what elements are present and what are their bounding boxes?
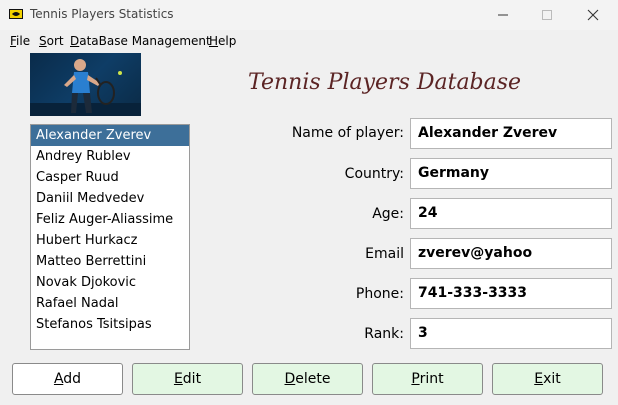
rank-label: Rank: — [364, 326, 404, 342]
print-button[interactable]: Print — [372, 363, 483, 395]
page-title: Tennis Players Database — [248, 70, 522, 95]
delete-button[interactable]: Delete — [252, 363, 363, 395]
player-list[interactable]: Alexander Zverev Andrey Rublev Casper Ru… — [30, 124, 190, 350]
menu-help[interactable]: Help — [209, 34, 236, 48]
list-item[interactable]: Feliz Auger-Aliassime — [31, 209, 189, 230]
list-item[interactable]: Hubert Hurkacz — [31, 230, 189, 251]
minimize-button[interactable] — [480, 0, 526, 30]
close-button[interactable] — [570, 0, 616, 30]
list-item[interactable]: Daniil Medvedev — [31, 188, 189, 209]
menu-database-management[interactable]: DataBase Management — [70, 34, 211, 48]
exit-button[interactable]: Exit — [492, 363, 603, 395]
list-item[interactable]: Matteo Berrettini — [31, 251, 189, 272]
list-item[interactable]: Stefanos Tsitsipas — [31, 314, 189, 335]
rank-field[interactable]: 3 — [410, 318, 612, 349]
close-icon — [587, 9, 599, 21]
menu-file[interactable]: File — [10, 34, 30, 48]
name-label: Name of player: — [291, 125, 404, 141]
list-item[interactable]: Alexander Zverev — [31, 125, 189, 146]
maximize-button[interactable] — [524, 0, 570, 30]
list-item[interactable]: Novak Djokovic — [31, 272, 189, 293]
list-item[interactable]: Rafael Nadal — [31, 293, 189, 314]
title-bar: Tennis Players Statistics — [0, 0, 618, 30]
app-window: Tennis Players Statistics File Sort Data… — [0, 0, 618, 405]
player-photo — [30, 53, 141, 116]
email-field[interactable]: zverev@yahoo — [410, 238, 612, 269]
add-button[interactable]: Add — [12, 363, 123, 395]
maximize-icon — [542, 10, 552, 20]
window-title: Tennis Players Statistics — [30, 7, 174, 21]
list-item[interactable]: Andrey Rublev — [31, 146, 189, 167]
list-item[interactable]: Casper Ruud — [31, 167, 189, 188]
tennis-player-image — [30, 59, 141, 116]
menu-bar: File Sort DataBase Management Help — [0, 31, 618, 52]
email-label: Email — [365, 246, 404, 262]
name-field[interactable]: Alexander Zverev — [410, 118, 612, 149]
app-logo-icon — [9, 9, 23, 19]
phone-label: Phone: — [355, 286, 404, 302]
phone-field[interactable]: 741-333-3333 — [410, 278, 612, 309]
age-field[interactable]: 24 — [410, 198, 612, 229]
menu-sort[interactable]: Sort — [39, 34, 64, 48]
edit-button[interactable]: Edit — [132, 363, 243, 395]
minimize-icon — [498, 14, 508, 16]
age-label: Age: — [372, 206, 404, 222]
country-field[interactable]: Germany — [410, 158, 612, 189]
country-label: Country: — [344, 166, 404, 182]
